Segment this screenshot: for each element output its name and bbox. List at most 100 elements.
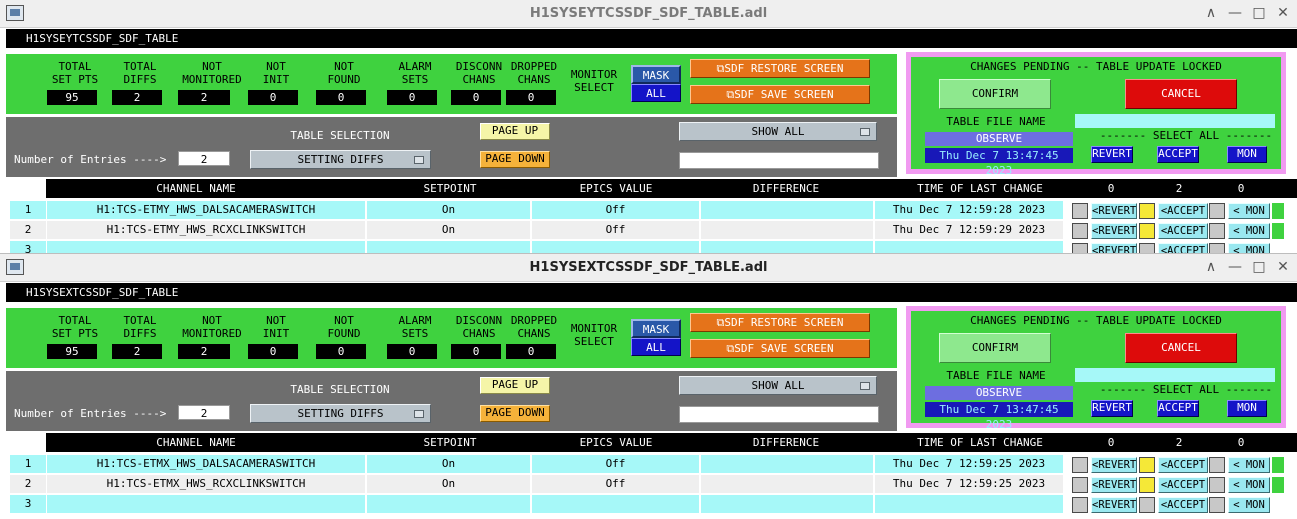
mask-button[interactable]: MASK: [631, 65, 681, 84]
row-revert-button[interactable]: <REVERT: [1091, 223, 1137, 239]
sdf-restore-screen-button[interactable]: ⧉SDF RESTORE SCREEN: [690, 313, 870, 332]
row-channel-name: H1:TCS-ETMY_HWS_DALSACAMERASWITCH: [47, 201, 365, 219]
cancel-button[interactable]: CANCEL: [1125, 79, 1237, 109]
mon-checkbox[interactable]: [1209, 243, 1225, 253]
row-accept-button[interactable]: <ACCEPT: [1158, 243, 1208, 253]
entries-label: Number of Entries ---->: [14, 153, 167, 166]
page-down-button[interactable]: PAGE DOWN: [480, 405, 550, 422]
stat-label-line2: DIFFS: [123, 73, 157, 86]
row-mon-button[interactable]: < MON: [1228, 223, 1270, 239]
select-all-mon-button[interactable]: MON: [1227, 146, 1267, 163]
page-down-button[interactable]: PAGE DOWN: [480, 151, 550, 168]
stat-label-line2: INIT: [262, 73, 290, 86]
setting-diffs-select[interactable]: SETTING DIFFS: [250, 404, 431, 423]
stat-label: DROPPED CHANS: [506, 314, 562, 340]
stat-label: NOT INIT: [248, 60, 304, 86]
stat-label-line2: SET PTS: [51, 327, 99, 340]
stat-label-line1: TOTAL: [58, 314, 92, 327]
maximize-icon[interactable]: □: [1250, 259, 1268, 275]
revert-checkbox[interactable]: [1072, 457, 1088, 473]
setting-diffs-select[interactable]: SETTING DIFFS: [250, 150, 431, 169]
row-mon-button[interactable]: < MON: [1228, 203, 1270, 219]
all-button[interactable]: ALL: [631, 84, 681, 102]
accept-checkbox[interactable]: [1139, 457, 1155, 473]
iconify-icon[interactable]: —: [1226, 5, 1244, 21]
accept-checkbox[interactable]: [1139, 497, 1155, 513]
search-field[interactable]: [679, 406, 879, 423]
select-all-mon-button[interactable]: MON: [1227, 400, 1267, 417]
close-icon[interactable]: ✕: [1274, 5, 1292, 21]
select-all-accept-button[interactable]: ACCEPT: [1157, 146, 1199, 163]
screen-header: H1SYSEXTCSSDF_SDF_TABLE: [6, 283, 1297, 302]
window-titlebar[interactable]: H1SYSEXTCSSDF_SDF_TABLE.adl ∧ — □ ✕: [0, 254, 1297, 282]
minimize-icon[interactable]: ∧: [1202, 5, 1220, 21]
all-button[interactable]: ALL: [631, 338, 681, 356]
row-time-of-last-change: [875, 241, 1063, 253]
revert-checkbox[interactable]: [1072, 477, 1088, 493]
row-accept-button[interactable]: <ACCEPT: [1158, 497, 1208, 513]
row-accept-button[interactable]: <ACCEPT: [1158, 477, 1208, 493]
revert-checkbox[interactable]: [1072, 223, 1088, 239]
stat-value: 2: [178, 344, 230, 359]
accept-checkbox[interactable]: [1139, 203, 1155, 219]
sdf-save-screen-button[interactable]: ⧉SDF SAVE SCREEN: [690, 85, 870, 104]
sdf-restore-screen-button[interactable]: ⧉SDF RESTORE SCREEN: [690, 59, 870, 78]
row-revert-button[interactable]: <REVERT: [1091, 243, 1137, 253]
revert-checkbox[interactable]: [1072, 497, 1088, 513]
mon-checkbox[interactable]: [1209, 203, 1225, 219]
maximize-icon[interactable]: □: [1250, 5, 1268, 21]
close-icon[interactable]: ✕: [1274, 259, 1292, 275]
row-mon-button[interactable]: < MON: [1228, 457, 1270, 473]
show-all-select[interactable]: SHOW ALL: [679, 122, 877, 141]
sdf-save-screen-button[interactable]: ⧉SDF SAVE SCREEN: [690, 339, 870, 358]
stats-panel: TOTAL SET PTS 95 TOTAL DIFFS 2 NOT MONIT…: [6, 308, 897, 368]
revert-checkbox[interactable]: [1072, 203, 1088, 219]
window-titlebar[interactable]: H1SYSEYTCSSDF_SDF_TABLE.adl ∧ — □ ✕: [0, 0, 1297, 28]
row-revert-button[interactable]: <REVERT: [1091, 477, 1137, 493]
mon-checkbox[interactable]: [1209, 223, 1225, 239]
revert-checkbox[interactable]: [1072, 243, 1088, 253]
row-mon-button[interactable]: < MON: [1228, 243, 1270, 253]
window-title: H1SYSEXTCSSDF_SDF_TABLE.adl: [529, 260, 768, 275]
row-revert-button[interactable]: <REVERT: [1091, 497, 1137, 513]
page-up-button[interactable]: PAGE UP: [480, 123, 550, 140]
accept-checkbox[interactable]: [1139, 243, 1155, 253]
row-accept-button[interactable]: <ACCEPT: [1158, 203, 1208, 219]
confirm-button[interactable]: CONFIRM: [939, 333, 1051, 363]
stat-value: 0: [316, 90, 366, 105]
monitor-select-label: MONITOR SELECT: [566, 322, 622, 348]
mon-checkbox[interactable]: [1209, 497, 1225, 513]
stat-value: 0: [248, 344, 298, 359]
minimize-icon[interactable]: ∧: [1202, 259, 1220, 275]
entries-label: Number of Entries ---->: [14, 407, 167, 420]
mon-checkbox[interactable]: [1209, 477, 1225, 493]
table-file-name-field[interactable]: [1075, 368, 1275, 382]
row-accept-button[interactable]: <ACCEPT: [1158, 223, 1208, 239]
confirm-button[interactable]: CONFIRM: [939, 79, 1051, 109]
select-all-accept-button[interactable]: ACCEPT: [1157, 400, 1199, 417]
iconify-icon[interactable]: —: [1226, 259, 1244, 275]
show-all-select[interactable]: SHOW ALL: [679, 376, 877, 395]
table-file-name-field[interactable]: [1075, 114, 1275, 128]
row-mon-button[interactable]: < MON: [1228, 497, 1270, 513]
select-all-revert-button[interactable]: REVERT: [1091, 400, 1133, 417]
mon-checkbox[interactable]: [1209, 457, 1225, 473]
mask-button[interactable]: MASK: [631, 319, 681, 338]
search-field[interactable]: [679, 152, 879, 169]
stat-label-line2: CHANS: [517, 327, 551, 340]
row-revert-button[interactable]: <REVERT: [1091, 203, 1137, 219]
stat-label-line2: CHANS: [517, 73, 551, 86]
accept-checkbox[interactable]: [1139, 223, 1155, 239]
cancel-button[interactable]: CANCEL: [1125, 333, 1237, 363]
stat-value: 95: [47, 90, 97, 105]
page-up-button[interactable]: PAGE UP: [480, 377, 550, 394]
accept-checkbox[interactable]: [1139, 477, 1155, 493]
stat-label-line2: SETS: [401, 73, 429, 86]
col-mon-count: 0: [1237, 436, 1245, 449]
row-mon-button[interactable]: < MON: [1228, 477, 1270, 493]
row-status-indicator: [1272, 457, 1284, 473]
table-file-name-label: TABLE FILE NAME: [946, 369, 1046, 382]
row-accept-button[interactable]: <ACCEPT: [1158, 457, 1208, 473]
select-all-revert-button[interactable]: REVERT: [1091, 146, 1133, 163]
row-revert-button[interactable]: <REVERT: [1091, 457, 1137, 473]
